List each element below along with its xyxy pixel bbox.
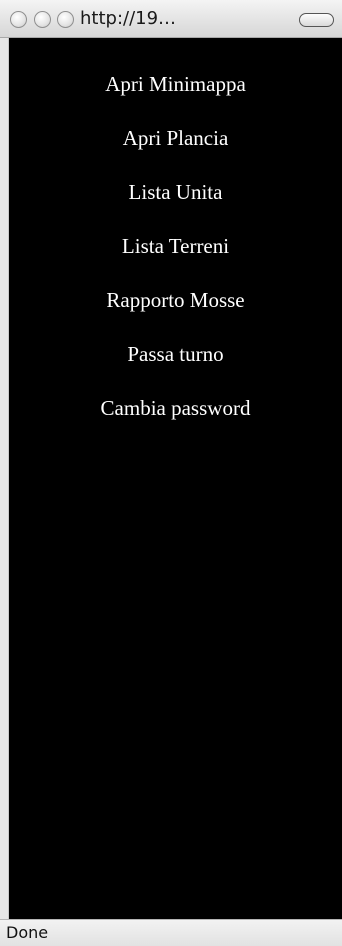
- window-left-edge: [0, 38, 9, 919]
- menu-item-cambia-password[interactable]: Cambia password: [9, 388, 342, 442]
- close-icon[interactable]: [10, 11, 27, 28]
- status-text: Done: [6, 923, 49, 942]
- toolbar-toggle-icon[interactable]: [299, 13, 334, 27]
- menu-item-apri-plancia[interactable]: Apri Plancia: [9, 118, 342, 172]
- page-content: Apri Minimappa Apri Plancia Lista Unita …: [9, 38, 342, 919]
- menu-item-apri-minimappa[interactable]: Apri Minimappa: [9, 64, 342, 118]
- game-menu: Apri Minimappa Apri Plancia Lista Unita …: [9, 64, 342, 442]
- menu-item-rapporto-mosse[interactable]: Rapporto Mosse: [9, 280, 342, 334]
- status-bar: Done: [0, 919, 342, 946]
- menu-item-lista-terreni[interactable]: Lista Terreni: [9, 226, 342, 280]
- title-bar: http://19…: [0, 0, 342, 38]
- zoom-icon[interactable]: [57, 11, 74, 28]
- menu-item-passa-turno[interactable]: Passa turno: [9, 334, 342, 388]
- minimize-icon[interactable]: [34, 11, 51, 28]
- browser-window: http://19… Apri Minimappa Apri Plancia L…: [0, 0, 342, 946]
- menu-item-lista-unita[interactable]: Lista Unita: [9, 172, 342, 226]
- window-title-url: http://19…: [80, 8, 177, 29]
